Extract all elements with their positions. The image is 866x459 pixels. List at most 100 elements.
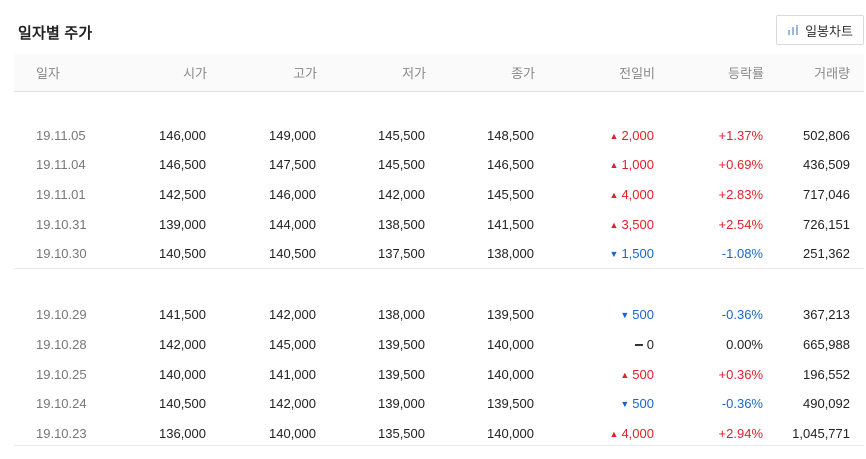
cell-change: ▼ 500 (535, 300, 655, 330)
change-value: 500 (632, 307, 654, 323)
cell-open: 140,500 (159, 246, 206, 262)
cell-open: 146,000 (159, 127, 206, 143)
cell-close: 146,500 (487, 157, 534, 173)
cell-close: 141,500 (487, 216, 534, 232)
cell-date: 19.10.25 (36, 366, 87, 382)
cell-open: 140,000 (159, 366, 206, 382)
col-high: 고가 (293, 65, 317, 81)
cell-change: ▲ 500 (535, 359, 655, 389)
cell-change: ▲ 3,500 (535, 209, 655, 239)
cell-rate: +2.54% (718, 216, 763, 232)
cell-open: 146,500 (159, 157, 206, 173)
cell-low: 145,500 (378, 157, 425, 173)
cell-change: ▲ 4,000 (535, 180, 655, 210)
arrow-up-icon: ▲ (609, 160, 619, 171)
cell-low: 138,500 (378, 216, 425, 232)
cell-volume: 726,151 (803, 216, 850, 232)
col-low: 저가 (402, 65, 426, 81)
cell-date: 19.10.23 (36, 425, 87, 441)
daily-price-table: 일자 시가 고가 저가 종가 전일비 등락률 거래량 19.11.05 146,0… (14, 54, 864, 448)
cell-low: 137,500 (378, 246, 425, 262)
change-value: 2,000 (621, 127, 654, 143)
cell-close: 140,000 (487, 336, 534, 352)
daily-chart-label: 일봉차트 (805, 23, 853, 39)
cell-change: ▼ 1,500 (535, 239, 655, 269)
section-title: 일자별 주가 (18, 25, 93, 42)
col-date: 일자 (36, 65, 60, 81)
cell-high: 144,000 (269, 216, 316, 232)
cell-close: 140,000 (487, 425, 534, 441)
cell-open: 140,500 (159, 396, 206, 412)
table-row: 19.10.28 142,000 145,000 139,500 140,000 0 0.0… (14, 330, 864, 360)
cell-date: 19.10.31 (36, 216, 87, 232)
cell-high: 142,000 (269, 307, 316, 323)
table-row: 19.10.23 136,000 140,000 135,500 140,000 ▲ 4,0… (14, 418, 864, 448)
cell-open: 139,000 (159, 216, 206, 232)
cell-rate: +1.37% (718, 127, 763, 143)
cell-rate: -0.36% (721, 307, 763, 323)
table-bottom-divider (14, 445, 864, 446)
col-volume: 거래량 (814, 65, 850, 81)
table-row: 19.11.05 146,000 149,000 145,500 148,500 ▲ 2,0… (14, 121, 864, 151)
change-value: 4,000 (621, 425, 654, 441)
cell-date: 19.10.28 (36, 336, 87, 352)
arrow-up-icon: ▲ (609, 219, 619, 230)
arrow-up-icon: ▲ (609, 190, 619, 201)
arrow-up-icon: ▲ (620, 369, 630, 380)
cell-high: 141,000 (269, 366, 316, 382)
no-change-icon (634, 343, 643, 346)
cell-volume: 251,362 (803, 246, 850, 262)
cell-close: 138,000 (487, 246, 534, 262)
table-row: 19.11.04 146,500 147,500 145,500 146,500 ▲ 1,0… (14, 150, 864, 180)
cell-low: 139,000 (378, 396, 425, 412)
table-row: 19.10.24 140,500 142,000 139,000 139,500 ▼ 500… (14, 389, 864, 419)
table-header-row: 일자 시가 고가 저가 종가 전일비 등락률 거래량 (14, 54, 864, 91)
cell-volume: 502,806 (803, 127, 850, 143)
cell-low: 135,500 (378, 425, 425, 441)
cell-close: 139,500 (487, 307, 534, 323)
change-value: 4,000 (621, 187, 654, 203)
cell-high: 149,000 (269, 127, 316, 143)
cell-volume: 665,988 (803, 336, 850, 352)
cell-change: ▲ 4,000 (535, 418, 655, 448)
cell-rate: +2.83% (718, 187, 763, 203)
cell-volume: 490,092 (803, 396, 850, 412)
cell-open: 136,000 (159, 425, 206, 441)
cell-rate: -0.36% (721, 396, 763, 412)
arrow-down-icon: ▼ (609, 249, 619, 260)
cell-high: 142,000 (269, 396, 316, 412)
arrow-down-icon: ▼ (620, 399, 630, 410)
cell-high: 146,000 (269, 187, 316, 203)
cell-low: 139,500 (378, 366, 425, 382)
col-open: 시가 (183, 65, 207, 81)
bar-chart-icon (788, 25, 799, 35)
arrow-down-icon: ▼ (620, 310, 630, 321)
change-value: 1,000 (621, 157, 654, 173)
cell-close: 140,000 (487, 366, 534, 382)
cell-volume: 367,213 (803, 307, 850, 323)
cell-high: 147,500 (269, 157, 316, 173)
cell-rate: +2.94% (718, 425, 763, 441)
daily-chart-button[interactable]: 일봉차트 (776, 15, 864, 45)
cell-rate: +0.36% (718, 366, 763, 382)
change-value: 1,500 (621, 246, 654, 262)
cell-change: 0 (535, 330, 655, 360)
table-row: 19.10.30 140,500 140,500 137,500 138,000 ▼ 1,5… (14, 239, 864, 269)
cell-low: 142,000 (378, 187, 425, 203)
cell-rate: -1.08% (721, 246, 763, 262)
cell-date: 19.11.01 (36, 187, 86, 203)
cell-date: 19.10.29 (36, 307, 87, 323)
table-row: 19.10.29 141,500 142,000 138,000 139,500 ▼ 500… (14, 300, 864, 330)
cell-date: 19.10.24 (36, 396, 87, 412)
section-header: 일자별 주가 일봉차트 (0, 0, 866, 54)
cell-change: ▲ 1,000 (535, 150, 655, 180)
table-row: 19.10.25 140,000 141,000 139,500 140,000 ▲ 500… (14, 359, 864, 389)
cell-volume: 717,046 (803, 187, 850, 203)
change-value: 0 (646, 336, 654, 352)
col-change: 전일비 (619, 65, 655, 81)
col-close: 종가 (511, 65, 535, 81)
cell-close: 139,500 (487, 396, 534, 412)
cell-rate: 0.00% (726, 336, 763, 352)
cell-volume: 436,509 (803, 157, 850, 173)
arrow-up-icon: ▲ (609, 130, 619, 141)
